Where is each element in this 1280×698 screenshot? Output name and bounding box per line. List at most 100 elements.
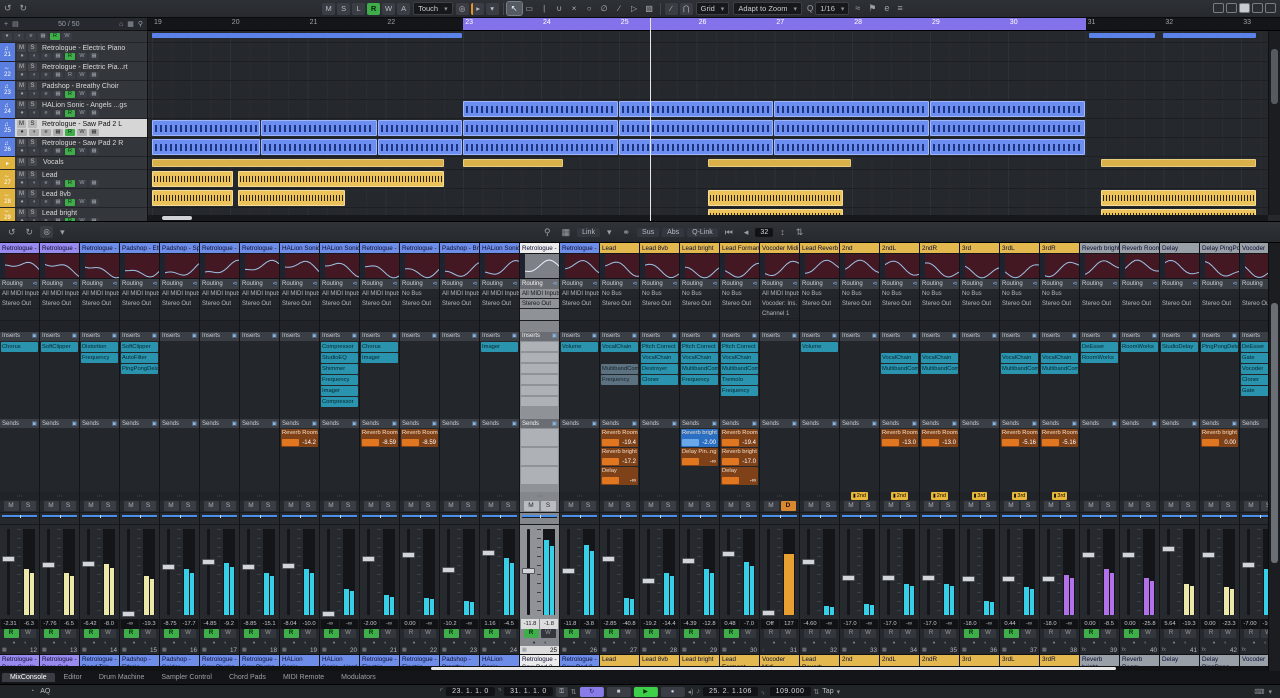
track-name[interactable]: Retrologue - Electric Pia...rt [42, 64, 128, 71]
insert-slot[interactable] [81, 397, 118, 407]
output-routing[interactable]: Stereo Out [160, 299, 199, 309]
sends-rack-header[interactable]: Sends▣ [920, 418, 959, 429]
insert-slot[interactable]: SoftClipper [121, 342, 158, 353]
pan-control[interactable] [240, 512, 279, 525]
redo-icon[interactable]: ↻ [16, 0, 32, 17]
peak-value[interactable]: -3.8 [580, 618, 598, 629]
solo-button[interactable]: S [380, 500, 396, 511]
insert-slot[interactable]: VocalChain [881, 353, 918, 364]
fader-track[interactable] [207, 528, 210, 615]
insert-slot[interactable]: Frequency [681, 375, 718, 386]
grid-icon[interactable]: ▦ [127, 20, 134, 28]
grid-type-dropdown[interactable]: Grid ▾ [695, 2, 730, 15]
insert-slot[interactable] [1161, 353, 1198, 363]
insert-slot[interactable]: Tremolo [721, 375, 758, 386]
write-automation-button[interactable]: W [1100, 629, 1116, 639]
insert-slot[interactable] [241, 342, 278, 352]
channel-strip[interactable]: Delay PingPong Routing⊲ Stereo Out Inser… [1200, 243, 1240, 671]
output-routing[interactable]: Stereo Out [1040, 299, 1079, 309]
insert-slot[interactable] [401, 353, 438, 363]
sends-rack-header[interactable]: Sends▣ [720, 418, 759, 429]
insert-slot[interactable] [601, 386, 638, 396]
channel-strip[interactable]: HALion Sonic - Angels & Strings Routing⊲… [480, 243, 520, 671]
mute-button[interactable]: M [483, 500, 499, 511]
rack-resize-handle[interactable]: ⋯ [200, 491, 239, 501]
insert-slot[interactable] [801, 386, 838, 396]
routing-rack-header[interactable]: Routing⊲ [160, 279, 199, 289]
insert-slot[interactable] [881, 342, 918, 352]
read-automation-button[interactable]: R [243, 629, 259, 639]
send-slot[interactable] [761, 448, 798, 466]
mute-button[interactable]: M [1043, 500, 1059, 511]
mute-button[interactable]: M [563, 500, 579, 511]
insert-slot[interactable] [961, 386, 998, 396]
record-arm-icon[interactable]: ● [492, 640, 495, 646]
solo-button[interactable]: S [28, 190, 37, 198]
channel-strip[interactable]: Lead 8vb Routing ⊲ No Bus Stereo Out Inser… [640, 243, 680, 671]
monitor-icon[interactable]: ◖ [664, 640, 667, 646]
output-routing[interactable]: Stereo Out [320, 299, 359, 309]
pan-control[interactable] [400, 512, 439, 525]
sends-rack-header[interactable]: Sends▣ [200, 418, 239, 429]
output-routing[interactable]: Stereo Out [920, 299, 959, 309]
direct-routing-tag[interactable]: ▮ 2nd [891, 492, 908, 501]
sends-rack-header[interactable]: Sends▣ [240, 418, 279, 429]
peak-value[interactable]: -∞ [940, 618, 958, 629]
output-routing[interactable]: Stereo Out [640, 299, 679, 309]
channel-name-top[interactable]: Lead Reverb Swell [800, 243, 839, 254]
send-slot[interactable] [641, 467, 678, 485]
channel-eq-thumbnail[interactable] [1120, 253, 1159, 280]
fader-value[interactable]: -10.2 [441, 618, 459, 629]
write-automation-button[interactable]: W [380, 629, 396, 639]
send-slot[interactable] [81, 448, 118, 466]
snap-button[interactable]: ⋂ [679, 2, 693, 15]
channel-strip[interactable]: Reverb Room Routing ⊲ Stereo Out Inserts ▣… [1120, 243, 1160, 671]
mute-button[interactable]: M [803, 500, 819, 511]
monitor-icon[interactable]: ◖ [744, 640, 747, 646]
insert-slot[interactable] [961, 342, 998, 352]
write-automation-button[interactable]: W [1140, 629, 1156, 639]
peak-value[interactable]: -1.8 [540, 618, 558, 629]
insert-slot[interactable] [1201, 353, 1238, 363]
insert-slot[interactable] [281, 342, 318, 352]
routing-rack-header[interactable]: Routing⊲ [1160, 279, 1199, 289]
event-part[interactable] [1089, 33, 1155, 38]
routing-rack-header[interactable]: Routing⊲ [360, 279, 399, 289]
peak-value[interactable]: -23.3 [1220, 618, 1238, 629]
monitor-button[interactable]: ◖ [29, 110, 39, 117]
inserts-rack-header[interactable]: Inserts▣ [520, 331, 559, 342]
fader-track[interactable] [287, 528, 290, 615]
insert-slot[interactable] [481, 364, 518, 374]
tempo-field[interactable]: 109.000 [769, 687, 811, 696]
channel-strip[interactable]: Retrologue - Bass Swells Routing⊲ All MI… [0, 243, 40, 671]
tab-editor[interactable]: Editor [56, 673, 90, 682]
insert-slot[interactable] [881, 386, 918, 396]
rack-resize-handle[interactable]: ⋯ [800, 491, 839, 501]
insert-slot[interactable] [1201, 397, 1238, 407]
solo-button[interactable]: S [260, 500, 276, 511]
record-arm-icon[interactable]: ● [252, 640, 255, 646]
insert-slot[interactable]: StudioDelay [1161, 342, 1198, 353]
record-arm-button[interactable]: ● [17, 180, 27, 187]
insert-slot[interactable] [441, 397, 478, 407]
write-automation-button[interactable]: W [540, 629, 556, 639]
record-arm-icon[interactable]: ● [212, 640, 215, 646]
mute-button[interactable]: M [643, 500, 659, 511]
sends-rack-header[interactable]: Sends▣ [40, 418, 79, 429]
channel-eq-thumbnail[interactable] [1000, 253, 1039, 280]
quantize-dropdown[interactable]: 1/16 ▾ [815, 2, 850, 15]
read-automation-button[interactable]: R [43, 629, 59, 639]
monitor-icon[interactable]: ◖ [504, 640, 507, 646]
insert-slot[interactable] [841, 397, 878, 407]
write-automation-button[interactable]: W [60, 629, 76, 639]
inserts-rack-header[interactable]: Inserts▣ [80, 331, 119, 342]
event-midi[interactable] [377, 120, 463, 136]
pan-control[interactable] [680, 512, 719, 525]
monitor-icon[interactable]: ◖ [904, 640, 907, 646]
solo-button[interactable]: S [820, 500, 836, 511]
write-automation-button[interactable]: W [1220, 629, 1236, 639]
output-routing[interactable]: Stereo Out [1000, 299, 1039, 309]
channel-name-top[interactable]: Retrologue - Saw Plucks L [200, 243, 239, 254]
rack-resize-handle[interactable]: ⋯ [40, 491, 79, 501]
insert-slot[interactable] [681, 397, 718, 407]
